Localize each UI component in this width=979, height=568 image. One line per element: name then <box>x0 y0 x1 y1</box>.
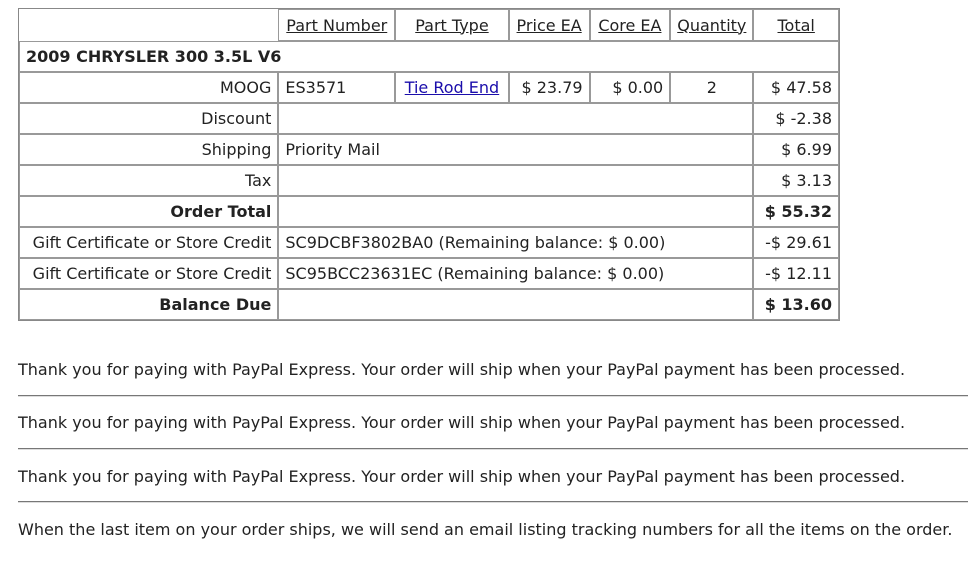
shipping-label: Shipping <box>19 134 279 165</box>
discount-label: Discount <box>19 103 279 134</box>
paypal-message: Thank you for paying with PayPal Express… <box>18 467 906 486</box>
divider <box>18 395 968 397</box>
item-row: MOOG ES3571 Tie Rod End $ 23.79 $ 0.00 2… <box>19 72 839 103</box>
order-total-row: Order Total $ 55.32 <box>19 196 839 227</box>
vehicle-row: 2009 CHRYSLER 300 3.5L V6 <box>19 41 839 72</box>
item-total: $ 47.58 <box>753 72 839 103</box>
part-type-link[interactable]: Tie Rod End <box>405 78 500 97</box>
shipping-method: Priority Mail <box>278 134 754 165</box>
discount-row: Discount $ -2.38 <box>19 103 839 134</box>
item-core-ea: $ 0.00 <box>589 72 671 103</box>
header-empty-cell <box>19 9 278 41</box>
header-part-type[interactable]: Part Type <box>395 9 509 41</box>
credit-row: Gift Certificate or Store Credit SC95BCC… <box>19 258 839 289</box>
tax-row: Tax $ 3.13 <box>19 165 839 196</box>
item-part-type-cell: Tie Rod End <box>395 72 509 103</box>
header-total[interactable]: Total <box>753 9 839 41</box>
order-total-amount: $ 55.32 <box>753 196 839 227</box>
header-part-number[interactable]: Part Number <box>278 9 396 41</box>
order-total-label: Order Total <box>19 196 279 227</box>
item-brand: MOOG <box>19 72 279 103</box>
header-core-ea[interactable]: Core EA <box>589 9 671 41</box>
credit-amount: -$ 12.11 <box>753 258 839 289</box>
item-quantity: 2 <box>670 72 754 103</box>
header-quantity[interactable]: Quantity <box>670 9 754 41</box>
shipping-amount: $ 6.99 <box>753 134 839 165</box>
shipping-row: Shipping Priority Mail $ 6.99 <box>19 134 839 165</box>
item-part-number: ES3571 <box>278 72 396 103</box>
divider <box>18 501 968 503</box>
balance-due-row: Balance Due $ 13.60 <box>19 289 839 320</box>
credit-label: Gift Certificate or Store Credit <box>19 227 279 258</box>
credit-detail: SC95BCC23631EC (Remaining balance: $ 0.0… <box>278 258 754 289</box>
tax-detail <box>278 165 754 196</box>
balance-due-label: Balance Due <box>19 289 279 320</box>
order-total-detail <box>278 196 754 227</box>
balance-due-detail <box>278 289 754 320</box>
header-price-ea[interactable]: Price EA <box>508 9 590 41</box>
paypal-message: Thank you for paying with PayPal Express… <box>18 413 906 432</box>
order-summary-table: Part Number Part Type Price EA Core EA Q… <box>18 8 840 321</box>
balance-due-amount: $ 13.60 <box>753 289 839 320</box>
credit-row: Gift Certificate or Store Credit SC9DCBF… <box>19 227 839 258</box>
tracking-email-message: When the last item on your order ships, … <box>18 520 953 539</box>
header-row: Part Number Part Type Price EA Core EA Q… <box>19 9 839 41</box>
credit-label: Gift Certificate or Store Credit <box>19 258 279 289</box>
vehicle-title: 2009 CHRYSLER 300 3.5L V6 <box>19 41 839 72</box>
paypal-message: Thank you for paying with PayPal Express… <box>18 360 906 379</box>
credit-detail: SC9DCBF3802BA0 (Remaining balance: $ 0.0… <box>278 227 754 258</box>
item-price-ea: $ 23.79 <box>508 72 590 103</box>
credit-amount: -$ 29.61 <box>753 227 839 258</box>
discount-detail <box>278 103 754 134</box>
discount-amount: $ -2.38 <box>753 103 839 134</box>
tax-label: Tax <box>19 165 279 196</box>
divider <box>18 448 968 450</box>
tax-amount: $ 3.13 <box>753 165 839 196</box>
